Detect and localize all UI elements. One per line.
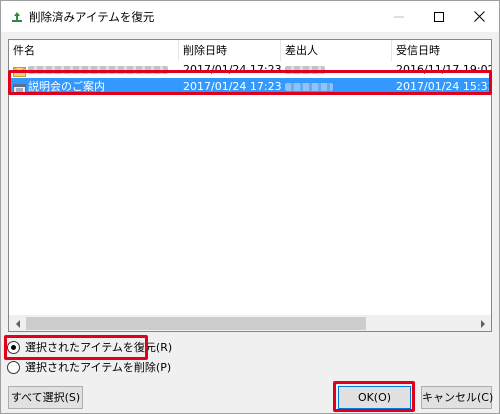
minimize-button[interactable]	[379, 1, 419, 32]
ok-button[interactable]: OK(O)	[338, 386, 411, 409]
maximize-button[interactable]	[419, 1, 459, 32]
delete-label: 選択されたアイテムを削除(P)	[25, 361, 172, 374]
close-button[interactable]	[459, 1, 499, 32]
column-header-sender[interactable]: 差出人	[281, 40, 392, 61]
scroll-thumb[interactable]	[26, 317, 366, 330]
list-header: 件名 削除日時 差出人 受信日時	[9, 40, 491, 61]
deleted-date: 2017/01/24 17:23	[183, 63, 281, 76]
list-item[interactable]: 2017/01/24 17:23 2016/11/17 19:02	[9, 61, 491, 78]
restore-radio[interactable]	[7, 340, 20, 354]
restore-option[interactable]: 選択されたアイテムを復元(R)	[7, 338, 172, 356]
recycle-icon	[10, 10, 24, 24]
meeting-request-icon	[13, 82, 26, 94]
scroll-right-icon[interactable]	[474, 315, 491, 331]
received-date: 2017/01/24 15:33	[396, 80, 491, 93]
window-title: 削除済みアイテムを復元	[29, 10, 155, 24]
scroll-left-icon[interactable]	[9, 315, 26, 331]
column-header-received[interactable]: 受信日時	[392, 40, 491, 61]
restore-deleted-items-dialog: 削除済みアイテムを復元 件名 削除日時 差出人 受信日時 2017/01/24 …	[0, 0, 500, 414]
deleted-items-list[interactable]: 件名 削除日時 差出人 受信日時 2017/01/24 17:23 2016/1…	[8, 39, 492, 332]
column-header-deleted[interactable]: 削除日時	[179, 40, 281, 61]
redacted-subject	[28, 66, 168, 74]
cancel-button[interactable]: キャンセル(C)	[421, 386, 493, 409]
redacted-sender	[285, 66, 325, 74]
title-bar[interactable]: 削除済みアイテムを復元	[1, 1, 499, 32]
received-date: 2016/11/17 19:02	[396, 63, 491, 76]
subject-text: 説明会のご案内	[28, 80, 105, 93]
list-item-selected[interactable]: 説明会のご案内 2017/01/24 17:23 2017/01/24 15:3…	[9, 78, 491, 95]
redacted-sender	[285, 83, 333, 91]
horizontal-scrollbar[interactable]	[9, 315, 491, 331]
delete-radio[interactable]	[7, 360, 20, 374]
select-all-button[interactable]: すべて選択(S)	[8, 386, 83, 409]
column-header-subject[interactable]: 件名	[9, 40, 179, 61]
deleted-date: 2017/01/24 17:23	[183, 80, 281, 93]
delete-option[interactable]: 選択されたアイテムを削除(P)	[7, 358, 171, 376]
restore-label: 選択されたアイテムを復元(R)	[25, 341, 173, 354]
envelope-icon	[13, 65, 26, 77]
